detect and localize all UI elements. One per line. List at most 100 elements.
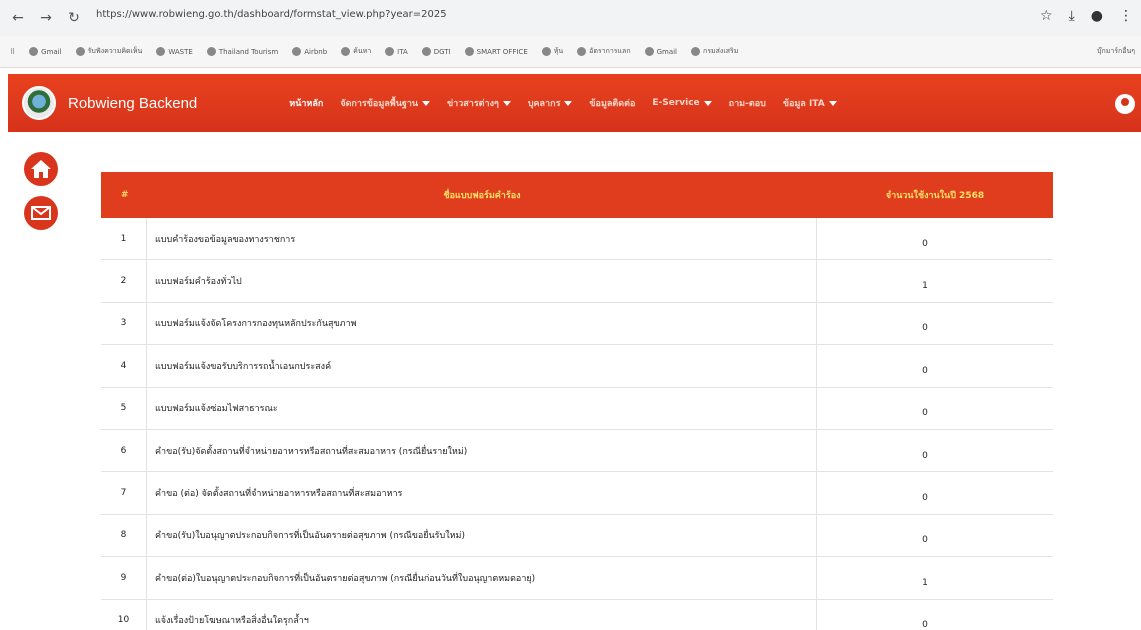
row-number: 8 <box>101 514 147 557</box>
reload-icon[interactable]: ↻ <box>64 8 84 28</box>
bookmark-icon <box>644 47 654 56</box>
table-row: 7 คำขอ (ต่อ) จัดตั้งสถานที่จำหน่ายอาหารหร… <box>101 472 1053 515</box>
row-form-name: คำขอ(รับ)จัดตั้งสถานที่จำหน่ายอาหารหรือส… <box>147 429 817 472</box>
menu-e-service[interactable]: E-Service <box>652 98 712 108</box>
row-form-name: คำขอ(ต่อ)ใบอนุญาตประกอบกิจการที่เป็นอันต… <box>147 557 817 599</box>
all-bookmarks-folder[interactable]: บุ๊กมาร์กอื่นๆ <box>1097 46 1135 57</box>
user-icon[interactable] <box>1115 94 1135 114</box>
chevron-down-icon <box>828 100 837 106</box>
row-form-name: แบบคำร้องขอข้อมูลของทางราชการ <box>147 218 817 260</box>
menu-home[interactable]: หน้าหลัก <box>289 96 323 110</box>
mail-icon <box>31 206 51 220</box>
bookmark-item[interactable]: Airbnb <box>292 47 327 56</box>
table-row: 8 คำขอ(รับ)ใบอนุญาตประกอบกิจการที่เป็นอัน… <box>101 514 1053 558</box>
row-number: 7 <box>101 472 147 514</box>
menu-ita[interactable]: ข้อมูล ITA <box>783 96 837 110</box>
apps-icon[interactable]: ⠿ <box>10 48 15 56</box>
bookmark-item[interactable]: DGTI <box>421 47 451 56</box>
menu-dots-icon[interactable]: ⋮ <box>1119 8 1133 24</box>
main-menu: หน้าหลัก จัดการข้อมูลพื้นฐาน ข่าวสารต่าง… <box>289 96 837 110</box>
home-button[interactable] <box>24 152 58 186</box>
row-form-name: แบบฟอร์มแจ้งขอรับบริการรถน้ำเอนกประสงค์ <box>147 345 817 387</box>
row-count: 0 <box>922 620 928 630</box>
bookmark-item[interactable]: SMART OFFICE <box>464 47 528 56</box>
chevron-down-icon <box>703 100 712 106</box>
address-bar[interactable]: https://www.robwieng.go.th/dashboard/for… <box>96 9 447 20</box>
menu-news[interactable]: ข่าวสารต่างๆ <box>447 96 511 110</box>
table-row: 4 แบบฟอร์มแจ้งขอรับบริการรถน้ำเอนกประสงค์… <box>101 345 1053 388</box>
bookmark-item[interactable]: Gmail <box>644 47 677 56</box>
forward-icon[interactable]: → <box>36 8 56 28</box>
bookmark-item[interactable]: กรมส่งเสริม <box>691 46 738 57</box>
row-number: 1 <box>101 218 147 260</box>
row-count: 0 <box>922 408 928 419</box>
row-count: 0 <box>922 535 928 546</box>
row-form-name: แบบฟอร์มคำร้องทั่วไป <box>147 260 817 302</box>
chevron-down-icon <box>422 100 431 106</box>
bookmark-icon <box>341 47 351 56</box>
header-form-name: ชื่อแบบฟอร์มคำร้อง <box>443 191 521 201</box>
table-row: 10 แจ้งเรื่องป้ายโฆษณาหรือสิ่งอื่นใดรุกล้… <box>101 599 1053 630</box>
back-icon[interactable]: ← <box>8 8 28 28</box>
site-logo[interactable] <box>22 86 56 120</box>
star-icon[interactable]: ☆ <box>1040 8 1053 24</box>
bookmark-item[interactable]: อัตราการแลก <box>577 46 631 57</box>
row-count: 0 <box>922 365 928 376</box>
menu-basic-data[interactable]: จัดการข้อมูลพื้นฐาน <box>340 96 431 110</box>
row-form-name: แบบฟอร์มแจ้งซ่อมไฟสาธารณะ <box>147 387 817 429</box>
bookmarks-bar: ⠿ Gmail รับฟังความคิดเห็น WASTE Thailand… <box>0 36 1141 68</box>
bookmark-icon <box>691 47 701 56</box>
table-row: 9 คำขอ(ต่อ)ใบอนุญาตประกอบกิจการที่เป็นอัน… <box>101 557 1053 600</box>
table-row: 6 คำขอ(รับ)จัดตั้งสถานที่จำหน่ายอาหารหรือ… <box>101 429 1053 473</box>
row-form-name: คำขอ (ต่อ) จัดตั้งสถานที่จำหน่ายอาหารหรื… <box>147 472 817 514</box>
table-row: 5 แบบฟอร์มแจ้งซ่อมไฟสาธารณะ 0 <box>101 387 1053 430</box>
home-icon <box>31 160 51 178</box>
row-number: 4 <box>101 345 147 387</box>
bookmark-icon <box>29 47 39 56</box>
row-number: 9 <box>101 557 147 599</box>
profile-icon[interactable]: ● <box>1091 8 1103 24</box>
download-icon[interactable]: ⤓ <box>1069 8 1075 24</box>
row-count: 1 <box>922 577 928 588</box>
brand-title[interactable]: Robwieng Backend <box>68 95 197 112</box>
site-navbar: Robwieng Backend หน้าหลัก จัดการข้อมูลพื… <box>8 74 1141 132</box>
mail-button[interactable] <box>24 196 58 230</box>
bookmark-item[interactable]: Gmail <box>29 47 62 56</box>
form-stats-table: # ชื่อแบบฟอร์มคำร้อง จำนวนใช้งานในปี 256… <box>101 172 1053 630</box>
bookmark-icon <box>385 47 395 56</box>
bookmark-icon <box>464 47 474 56</box>
row-count: 0 <box>922 238 928 249</box>
table-row: 3 แบบฟอร์มแจ้งจัดโครงการกองทุนหลักประกันส… <box>101 302 1053 346</box>
row-number: 3 <box>101 302 147 345</box>
bookmark-icon <box>577 47 587 56</box>
row-form-name: คำขอ(รับ)ใบอนุญาตประกอบกิจการที่เป็นอันต… <box>147 514 817 557</box>
menu-qa[interactable]: ถาม-ตอบ <box>729 96 766 110</box>
bookmark-icon <box>292 47 302 56</box>
table-header: # ชื่อแบบฟอร์มคำร้อง จำนวนใช้งานในปี 256… <box>101 172 1053 218</box>
row-number: 5 <box>101 387 147 429</box>
bookmark-icon <box>156 47 166 56</box>
bookmark-item[interactable]: Thailand Tourism <box>206 47 278 56</box>
bookmark-item[interactable]: ITA <box>385 47 408 56</box>
bookmark-icon <box>421 47 431 56</box>
table-row: 2 แบบฟอร์มคำร้องทั่วไป 1 <box>101 260 1053 303</box>
menu-contact[interactable]: ข้อมูลติดต่อ <box>589 96 635 110</box>
row-count: 0 <box>922 450 928 461</box>
bookmark-icon <box>541 47 551 56</box>
browser-toolbar: ← → ↻ https://www.robwieng.go.th/dashboa… <box>0 0 1141 36</box>
row-number: 6 <box>101 429 147 472</box>
bookmark-item[interactable]: ค้นหา <box>341 46 371 57</box>
row-form-name: แจ้งเรื่องป้ายโฆษณาหรือสิ่งอื่นใดรุกล้ำฯ <box>147 599 817 630</box>
chevron-down-icon <box>502 100 511 106</box>
header-usage-count: จำนวนใช้งานในปี 2568 <box>885 191 985 201</box>
row-number: 2 <box>101 260 147 302</box>
bookmark-icon <box>75 47 85 56</box>
header-number: # <box>121 190 129 200</box>
bookmark-item[interactable]: รับฟังความคิดเห็น <box>75 46 142 57</box>
menu-personnel[interactable]: บุคลากร <box>528 96 573 110</box>
bookmark-icon <box>206 47 216 56</box>
row-count: 0 <box>922 493 928 504</box>
chevron-down-icon <box>564 100 573 106</box>
bookmark-item[interactable]: หุ้น <box>541 46 563 57</box>
bookmark-item[interactable]: WASTE <box>156 47 193 56</box>
